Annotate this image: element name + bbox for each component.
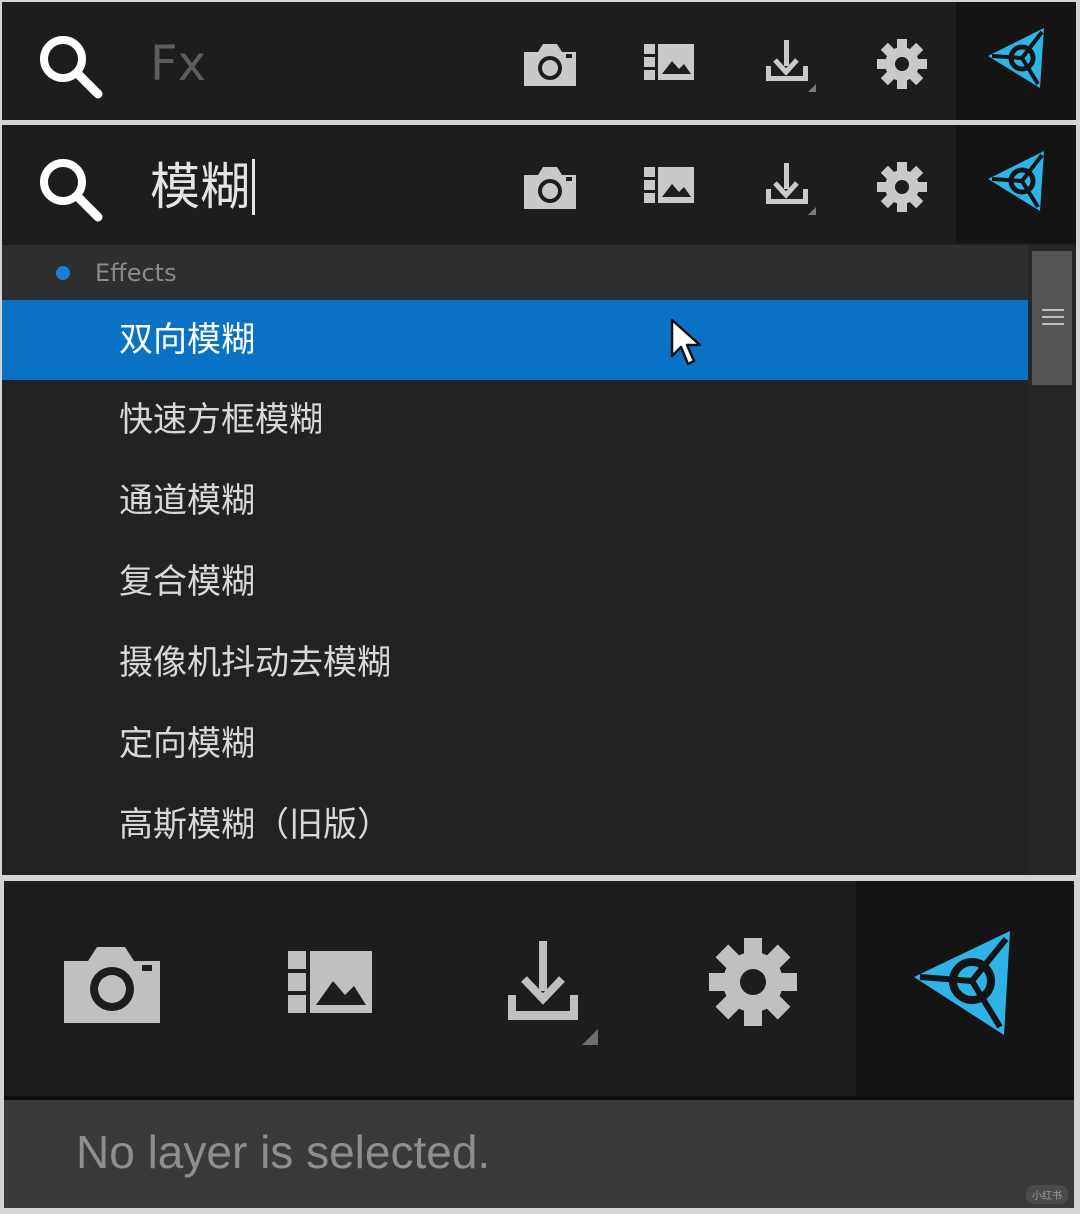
list-item[interactable]: 复合模糊 xyxy=(2,542,1028,623)
list-item[interactable]: 摄像机抖动去模糊 xyxy=(2,623,1028,704)
logo-button[interactable] xyxy=(956,125,1076,243)
gear-icon[interactable] xyxy=(872,159,932,215)
logo-button[interactable] xyxy=(856,881,1074,1096)
group-label: Effects xyxy=(95,259,177,287)
results-group-header: Effects xyxy=(2,245,1028,300)
list-item-label: 双向模糊 xyxy=(119,320,255,360)
search-input[interactable]: Fx xyxy=(150,36,206,92)
list-item-label: 通道模糊 xyxy=(119,481,255,521)
grip-line xyxy=(1042,309,1064,311)
list-item[interactable]: 定向模糊 xyxy=(2,704,1028,785)
search-icon[interactable] xyxy=(36,155,106,225)
gear-icon[interactable] xyxy=(706,935,800,1029)
image-sequence-icon[interactable] xyxy=(284,937,374,1027)
logo-button[interactable] xyxy=(956,2,1076,120)
toolbar: 模糊 xyxy=(2,125,1076,243)
grip-line xyxy=(1042,323,1064,325)
list-item[interactable]: 高斯模糊（旧版） xyxy=(2,785,1028,866)
download-icon[interactable] xyxy=(758,36,818,92)
download-icon[interactable] xyxy=(502,937,600,1047)
text-caret xyxy=(252,159,255,215)
status-area: No layer is selected. 小红书 xyxy=(4,1100,1074,1208)
group-dot xyxy=(56,266,70,280)
search-icon[interactable] xyxy=(36,32,106,102)
camera-icon[interactable] xyxy=(520,159,580,215)
list-item-label: 快速方框模糊 xyxy=(119,400,323,440)
watermark: 小红书 xyxy=(1026,1185,1068,1204)
camera-icon[interactable] xyxy=(520,36,580,92)
gear-icon[interactable] xyxy=(872,36,932,92)
image-sequence-icon[interactable] xyxy=(640,36,700,92)
status-message: No layer is selected. xyxy=(76,1126,491,1178)
scrollbar-thumb[interactable] xyxy=(1032,251,1072,385)
list-item[interactable]: 双向模糊 xyxy=(2,300,1028,380)
list-item-label: 高斯模糊（旧版） xyxy=(119,805,391,845)
page: Fx 模糊 Effects 双向模糊 快速方框模糊 通道模糊 复合模糊 摄像机抖… xyxy=(0,0,1080,1214)
logo-icon xyxy=(988,28,1044,88)
image-sequence-icon[interactable] xyxy=(640,159,700,215)
search-value: 模糊 xyxy=(150,158,250,216)
mouse-cursor-icon xyxy=(670,318,702,366)
list-item[interactable]: 快速方框模糊 xyxy=(2,380,1028,461)
toolbar: Fx xyxy=(2,2,1076,120)
scrollbar[interactable] xyxy=(1028,245,1076,875)
toolbar-panel-empty: Fx xyxy=(2,2,1076,120)
download-icon[interactable] xyxy=(758,159,818,215)
list-item-label: 复合模糊 xyxy=(119,562,255,602)
list-item-label: 摄像机抖动去模糊 xyxy=(119,643,391,683)
toolbar-large xyxy=(4,881,1074,1096)
camera-icon[interactable] xyxy=(60,937,164,1027)
list-item-label: 定向模糊 xyxy=(119,724,255,764)
toolbar-panel-large: No layer is selected. 小红书 xyxy=(4,881,1074,1208)
toolbar-panel-search: 模糊 Effects 双向模糊 快速方框模糊 通道模糊 复合模糊 摄像机抖动去模… xyxy=(2,125,1076,875)
list-item[interactable]: 通道模糊 xyxy=(2,461,1028,542)
logo-icon xyxy=(988,151,1044,211)
results-list: Effects 双向模糊 快速方框模糊 通道模糊 复合模糊 摄像机抖动去模糊 定… xyxy=(2,245,1028,875)
logo-icon xyxy=(914,931,1010,1035)
search-input[interactable]: 模糊 xyxy=(150,159,255,215)
grip-line xyxy=(1042,316,1064,318)
